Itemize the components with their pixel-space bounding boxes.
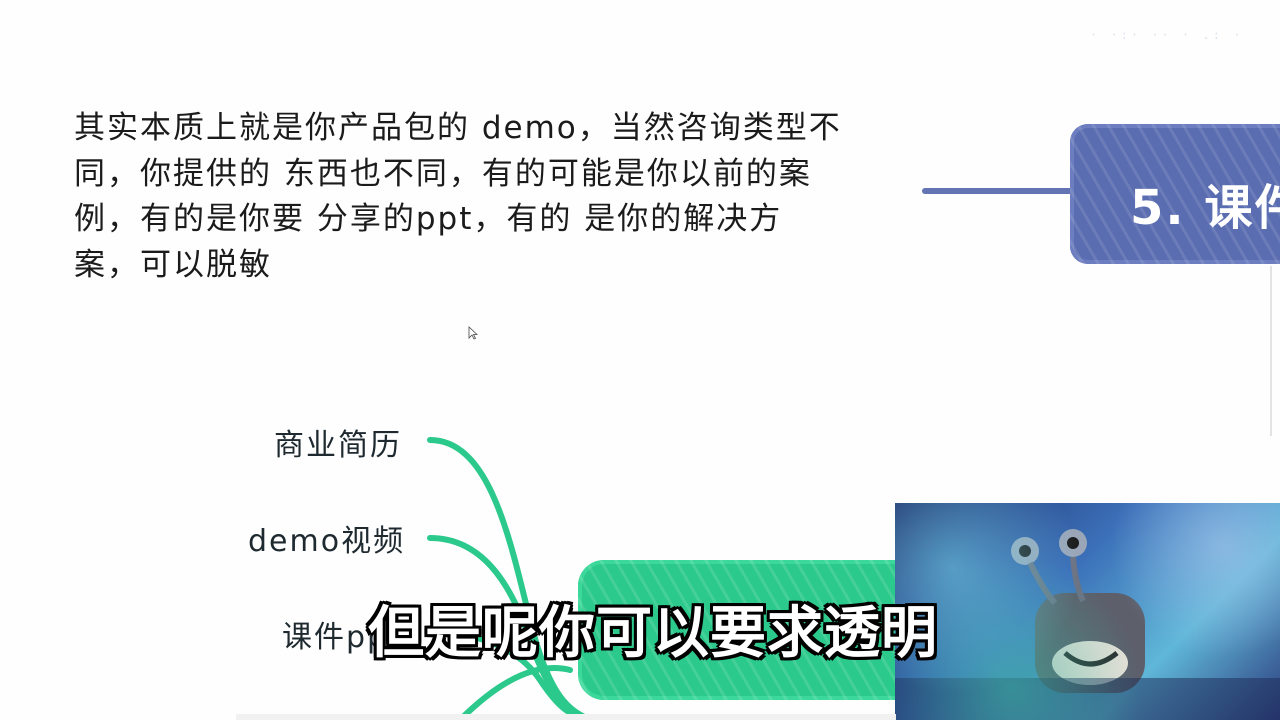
header-connector-line <box>922 188 1092 194</box>
webcam-overlay <box>895 503 1280 720</box>
bottom-cropped-element <box>236 714 896 720</box>
webcam-background-glow <box>895 503 1280 720</box>
explanation-paragraph: 其实本质上就是你产品包的 demo，当然咨询类型不 同，你提供的 东西也不同，有… <box>74 106 914 288</box>
branch-label-demo-video: demo视频 <box>248 524 406 559</box>
branch-label-courseware: 课件ppt <box>282 620 374 655</box>
video-subtitle: 但是呢你可以要求透明 <box>368 601 938 666</box>
paragraph-line: 例，有的是你要 分享的ppt，有的 是你的解决方 <box>74 201 783 237</box>
section-header-node: 5. 课件 <box>1070 124 1280 264</box>
mouse-cursor-icon <box>468 326 478 340</box>
paragraph-line: 案，可以脱敏 <box>74 246 272 283</box>
paragraph-line: 同，你提供的 东西也不同，有的可能是你以前的案 <box>74 155 812 192</box>
slide-canvas: · ·:· ·· · .: · 其实本质上就是你产品包的 demo，当然咨询类型… <box>0 0 1280 720</box>
decorative-texture: · ·:· ·· · .: · <box>1090 28 1244 42</box>
paragraph-line: 其实本质上就是你产品包的 demo，当然咨询类型不 <box>74 110 842 146</box>
right-edge-frame <box>1270 266 1280 436</box>
section-header-title: 5. 课件 <box>1130 180 1280 236</box>
branch-label-business-resume: 商业简历 <box>274 428 402 463</box>
